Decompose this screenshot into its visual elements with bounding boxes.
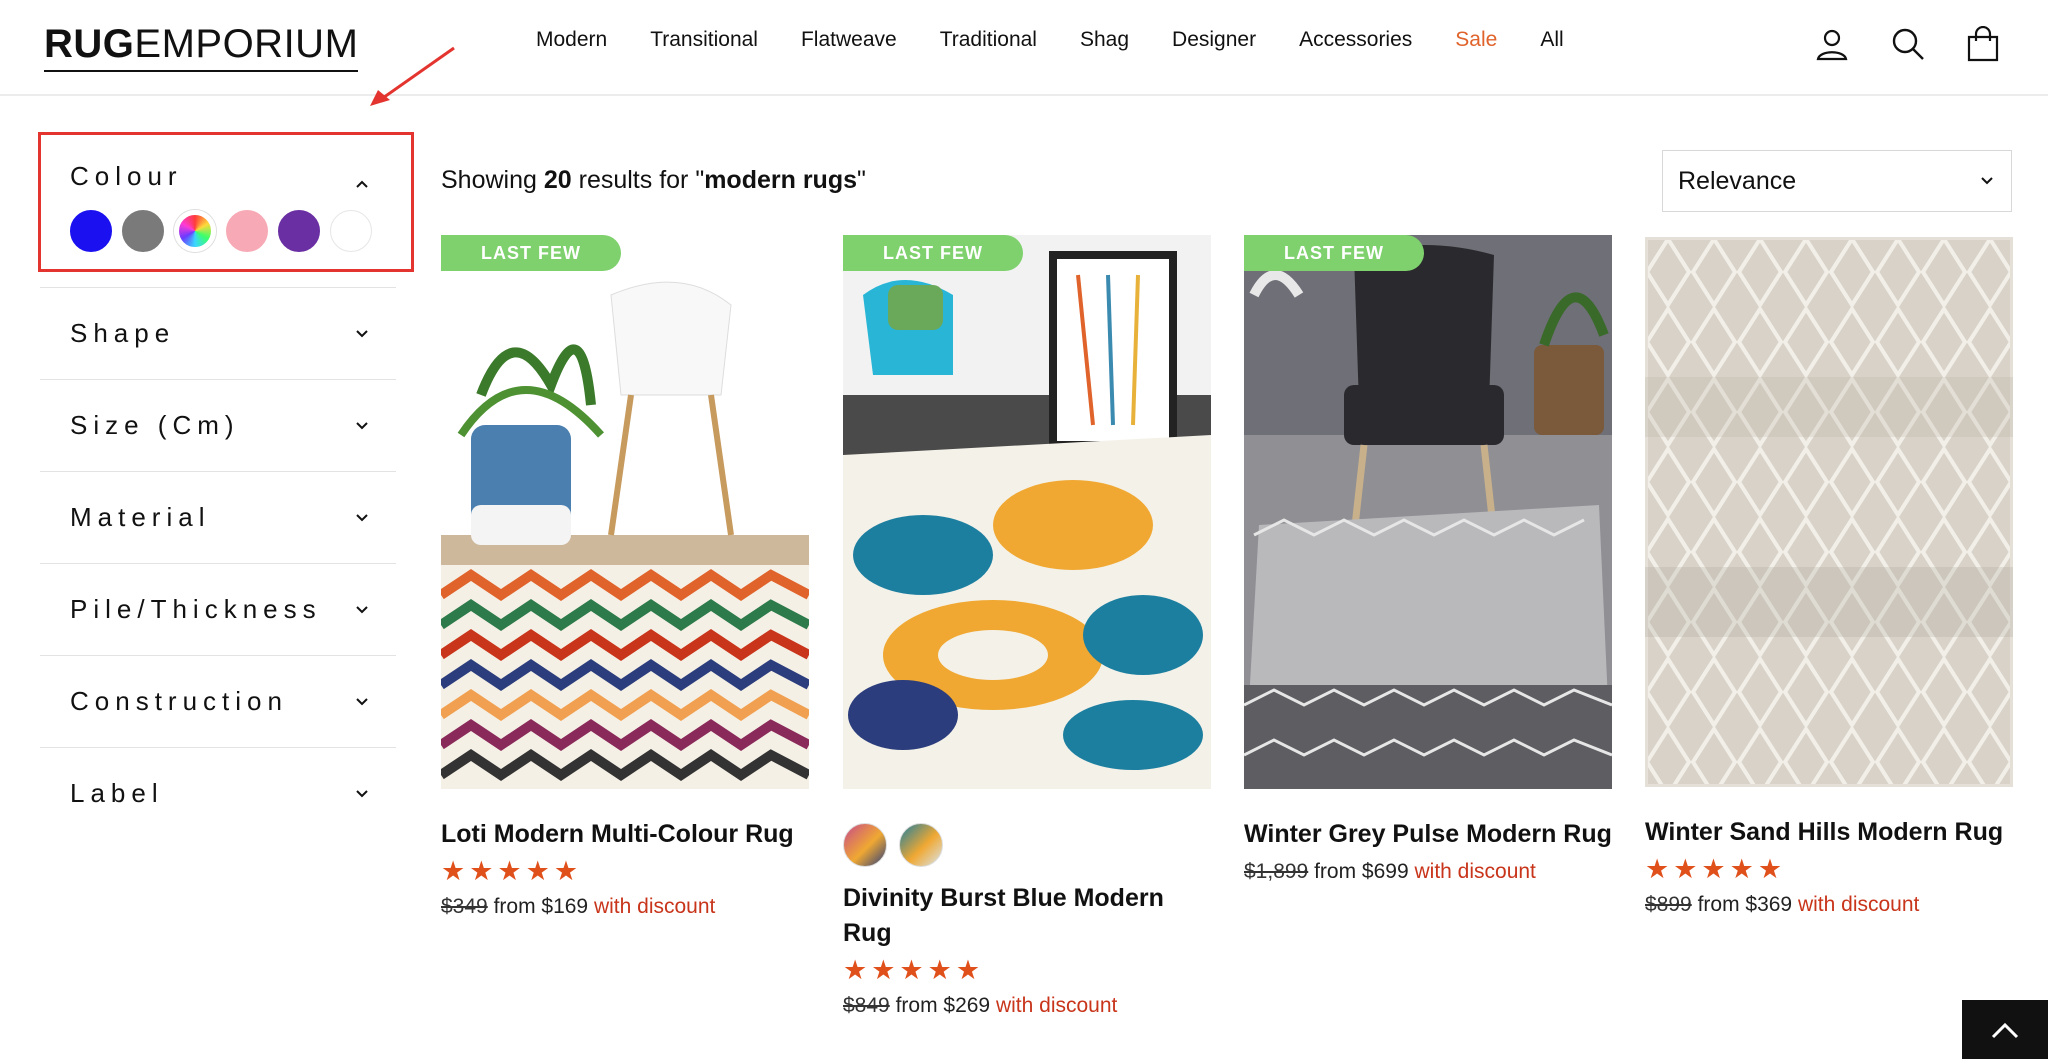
results-summary: Showing 20 results for "modern rugs" [441, 166, 866, 194]
star-rating: ★★★★★ [1645, 854, 1787, 884]
product-price: $349 from $169 with discount [441, 891, 809, 923]
variant-swatches [843, 823, 1211, 867]
from-price: from $269 [895, 994, 991, 1017]
from-price: from $169 [493, 895, 589, 918]
swatch-pink[interactable] [226, 210, 268, 252]
original-price: $349 [441, 895, 488, 918]
chevron-down-icon [356, 697, 368, 705]
discount-note: with discount [995, 994, 1118, 1017]
nav-shag[interactable]: Shag [1080, 28, 1129, 52]
filter-title: Size (Cm) [70, 410, 240, 440]
swatch-multi[interactable] [174, 210, 216, 252]
product-image-divinity[interactable]: LAST FEW [843, 235, 1211, 789]
product-grid: LAST FEW Loti Modern Multi-Colour Rug ★★… [441, 235, 2013, 1059]
nav-designer[interactable]: Designer [1172, 28, 1256, 52]
nav-accessories[interactable]: Accessories [1299, 28, 1412, 52]
filter-pile-thickness[interactable]: Pile/Thickness [40, 564, 396, 656]
filter-title: Shape [70, 318, 176, 348]
product-name[interactable]: Loti Modern Multi-Colour Rug [441, 817, 809, 852]
nav-transitional[interactable]: Transitional [650, 28, 758, 52]
filter-title: Label [70, 778, 164, 808]
discount-note: with discount [1797, 893, 1920, 916]
filter-shape[interactable]: Shape [40, 288, 396, 380]
product-name[interactable]: Divinity Burst Blue Modern Rug [843, 881, 1211, 951]
filter-size[interactable]: Size (Cm) [40, 380, 396, 472]
product-price: $1,899 from $699 with discount [1244, 856, 1612, 888]
discount-note: with discount [593, 895, 716, 918]
chevron-down-icon [356, 329, 368, 337]
results-count: 20 [543, 166, 572, 194]
product-name[interactable]: Winter Sand Hills Modern Rug [1645, 815, 2013, 850]
product-card[interactable]: Winter Sand Hills Modern Rug ★★★★★ $899 … [1645, 235, 2013, 921]
filter-title: Material [70, 502, 211, 532]
star-rating: ★★★★★ [843, 955, 985, 985]
chevron-down-icon [356, 421, 368, 429]
original-price: $899 [1645, 893, 1692, 916]
filter-material[interactable]: Material [40, 472, 396, 564]
main-nav: Modern Transitional Flatweave Traditiona… [536, 28, 1607, 52]
search-icon[interactable] [1888, 22, 1928, 66]
discount-note: with discount [1414, 860, 1536, 883]
logo-light: EMPORIUM [134, 22, 359, 66]
nav-all[interactable]: All [1540, 28, 1563, 52]
product-card[interactable]: LAST FEW [843, 235, 1211, 1022]
product-image-winter-grey[interactable]: LAST FEW [1244, 235, 1612, 789]
chevron-down-icon [1981, 177, 1993, 185]
product-price: $849 from $269 with discount [843, 990, 1211, 1022]
filter-label[interactable]: Label [40, 748, 396, 839]
product-price: $899 from $369 with discount [1645, 889, 2013, 921]
from-price: from $369 [1697, 893, 1793, 916]
filter-title: Colour [70, 161, 183, 191]
account-icon[interactable] [1812, 22, 1852, 66]
chevron-down-icon [356, 605, 368, 613]
cart-icon[interactable] [1963, 22, 2003, 66]
last-few-badge: LAST FEW [843, 235, 1023, 271]
sort-select[interactable]: Relevance [1662, 150, 2012, 212]
filter-title: Construction [70, 686, 288, 716]
filter-sidebar: Colour Shape Size (Cm) Material Pile/Thi… [40, 132, 396, 839]
product-card[interactable]: LAST FEW Winter Grey Pulse Modern Rug $1 [1244, 235, 1612, 888]
chevron-down-icon [356, 513, 368, 521]
sort-selected-value: Relevance [1678, 166, 1797, 195]
nav-flatweave[interactable]: Flatweave [801, 28, 897, 52]
star-rating: ★★★★★ [441, 856, 583, 886]
chevron-up-icon [356, 180, 368, 188]
product-image-loti[interactable]: LAST FEW [441, 235, 809, 789]
search-query: modern rugs [704, 166, 857, 194]
filter-colour-toggle[interactable]: Colour [40, 132, 396, 196]
swatch-blue[interactable] [70, 210, 112, 252]
swatch-white[interactable] [330, 210, 372, 252]
filter-colour: Colour [40, 132, 396, 288]
variant-swatch-pink[interactable] [843, 823, 887, 867]
original-price: $1,899 [1244, 860, 1309, 883]
from-price: from $699 [1314, 860, 1409, 883]
swatch-purple[interactable] [278, 210, 320, 252]
variant-swatch-blue[interactable] [899, 823, 943, 867]
logo-bold: RUG [44, 22, 135, 66]
product-image-winter-sand[interactable] [1645, 237, 2013, 787]
last-few-badge: LAST FEW [441, 235, 621, 271]
colour-swatches [40, 196, 396, 252]
original-price: $849 [843, 994, 890, 1017]
rug-emporium-logo[interactable]: RUGEMPORIUM [44, 18, 359, 72]
product-name[interactable]: Winter Grey Pulse Modern Rug [1244, 817, 1612, 852]
swatch-grey[interactable] [122, 210, 164, 252]
site-header: RUGEMPORIUM Modern Transitional Flatweav… [0, 0, 2048, 96]
last-few-badge: LAST FEW [1244, 235, 1424, 271]
header-actions [1808, 22, 2048, 66]
filter-construction[interactable]: Construction [40, 656, 396, 748]
logo-underline [44, 70, 359, 72]
nav-modern[interactable]: Modern [536, 28, 607, 52]
nav-sale[interactable]: Sale [1455, 28, 1497, 52]
product-card[interactable]: LAST FEW [441, 235, 809, 923]
chevron-up-icon [1991, 1022, 2019, 1038]
back-to-top-button[interactable] [1962, 1000, 2048, 1059]
nav-traditional[interactable]: Traditional [940, 28, 1037, 52]
chevron-down-icon [356, 789, 368, 797]
filter-title: Pile/Thickness [70, 594, 322, 624]
